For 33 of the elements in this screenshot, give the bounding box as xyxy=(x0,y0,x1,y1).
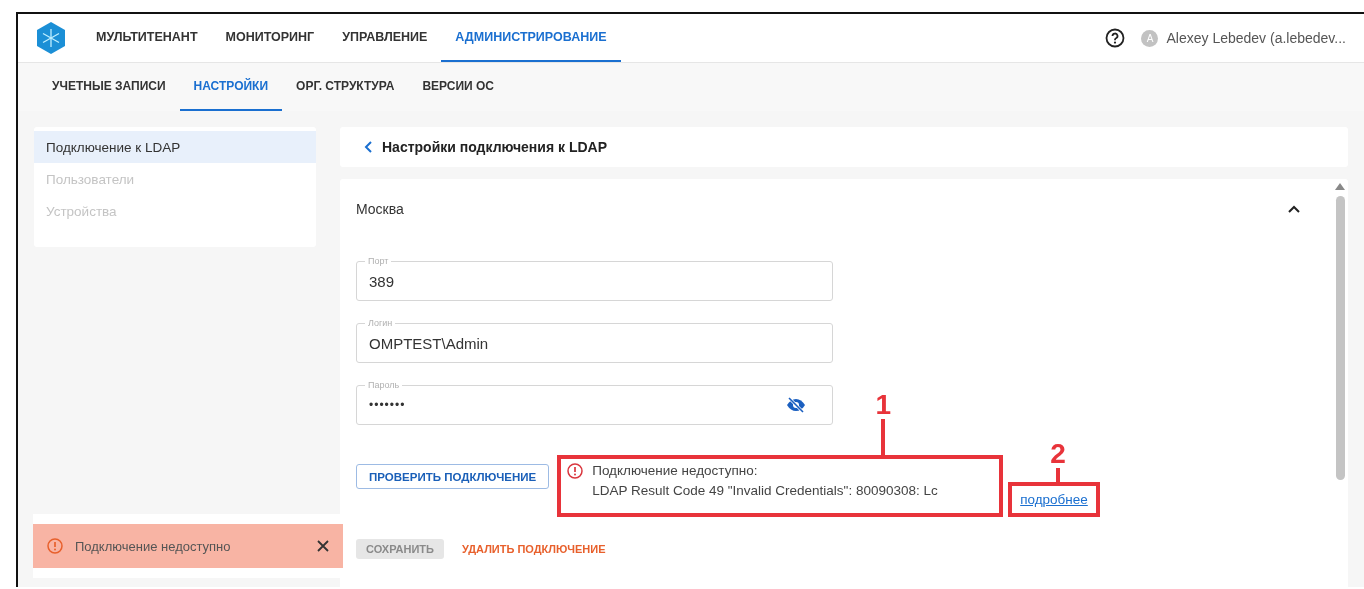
check-connection-button[interactable]: ПРОВЕРИТЬ ПОДКЛЮЧЕНИЕ xyxy=(356,464,550,489)
nav-tab[interactable]: МОНИТОРИНГ xyxy=(211,14,329,62)
field-value: 389 xyxy=(369,272,396,290)
annotation-number: 2 xyxy=(1050,440,1066,468)
error-icon xyxy=(47,538,63,554)
field-label: Пароль xyxy=(365,379,403,391)
scroll-up-icon[interactable] xyxy=(1335,183,1345,190)
sub-tab[interactable]: ВЕРСИИ ОС xyxy=(408,63,509,111)
sidebar-item[interactable]: Подключение к LDAP xyxy=(34,131,316,163)
error-title: Подключение недоступно: xyxy=(592,463,759,478)
sub-tab[interactable]: УЧЕТНЫЕ ЗАПИСИ xyxy=(38,63,180,111)
error-icon xyxy=(567,463,584,479)
nav-tab[interactable]: УПРАВЛЕНИЕ xyxy=(328,14,442,62)
field-value: ••••••• xyxy=(369,398,407,412)
back-chevron-icon[interactable] xyxy=(364,141,373,153)
close-icon[interactable] xyxy=(317,540,329,552)
sub-tab[interactable]: НАСТРОЙКИ xyxy=(179,63,283,111)
chevron-icon[interactable] xyxy=(1288,205,1300,213)
field-label: Порт xyxy=(365,255,392,267)
details-link[interactable]: подробнее xyxy=(1020,492,1088,507)
user-name[interactable]: Alexey Lebedev (a.lebedev... xyxy=(1166,30,1346,46)
field-label: Логин xyxy=(365,317,396,329)
page-title: Настройки подключения к LDAP xyxy=(382,139,607,155)
hidden-eye-icon[interactable] xyxy=(786,397,806,413)
error-detail: LDAP Result Code 49 "Invalid Credentials": 80090308: Lc xyxy=(592,483,938,498)
section-title: Москва xyxy=(356,201,404,217)
help-icon[interactable] xyxy=(1105,28,1126,48)
sub-tab[interactable]: ОРГ. СТРУКТУРА xyxy=(282,63,409,111)
annotation-number: 1 xyxy=(875,391,892,419)
field-value: OMPTEST\Admin xyxy=(369,334,490,352)
nav-tab[interactable]: МУЛЬТИТЕНАНТ xyxy=(82,14,212,62)
toast-message: Подключение недоступно xyxy=(75,538,232,554)
hexagon-logo-icon xyxy=(36,21,66,55)
